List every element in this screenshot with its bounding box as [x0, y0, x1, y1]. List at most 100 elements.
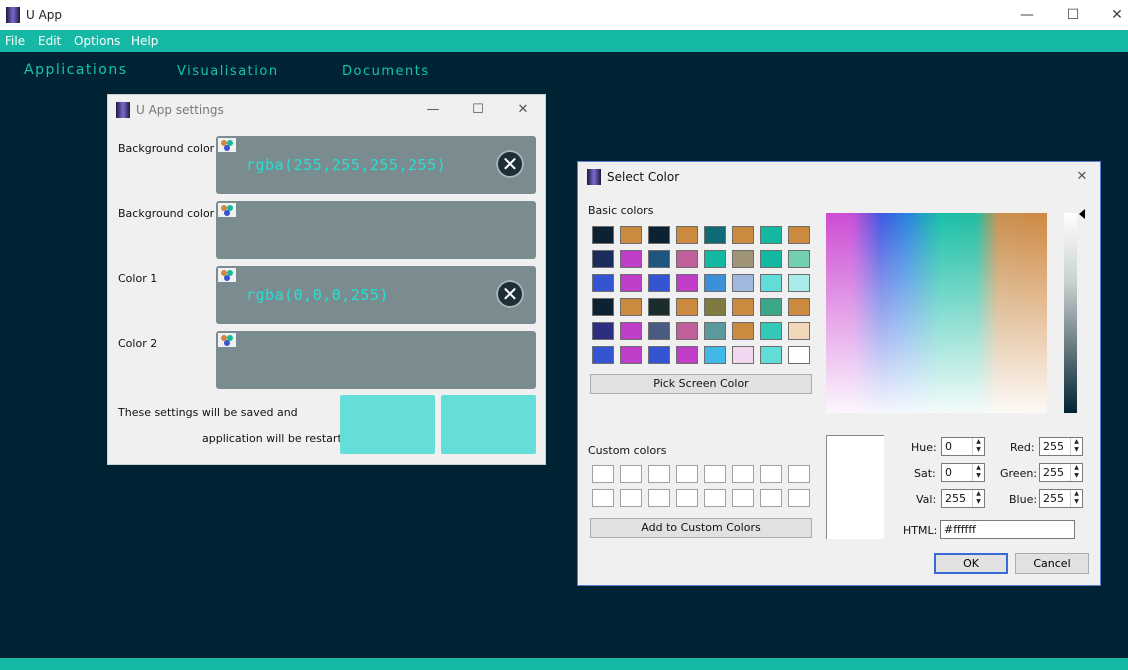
basic-color-swatch[interactable] — [648, 274, 670, 292]
tab-documents[interactable]: Documents — [342, 64, 430, 79]
cancel-button[interactable]: Cancel — [1015, 553, 1089, 574]
basic-color-swatch[interactable] — [704, 298, 726, 316]
palette-icon[interactable] — [218, 138, 236, 152]
basic-color-swatch[interactable] — [676, 226, 698, 244]
basic-color-swatch[interactable] — [648, 322, 670, 340]
red-spinbox[interactable]: 255 ▲ ▼ — [1039, 437, 1083, 456]
spin-arrows-icon[interactable]: ▲ ▼ — [972, 490, 984, 507]
save-button[interactable] — [340, 395, 435, 454]
basic-color-swatch[interactable] — [788, 250, 810, 268]
basic-color-swatch[interactable] — [732, 250, 754, 268]
spin-arrows-icon[interactable]: ▲ ▼ — [972, 438, 984, 455]
basic-color-swatch[interactable] — [592, 226, 614, 244]
menu-edit[interactable]: Edit — [38, 34, 61, 48]
custom-color-swatch[interactable] — [788, 465, 810, 483]
custom-color-swatch[interactable] — [676, 465, 698, 483]
settings-maximize-button[interactable]: ☐ — [455, 95, 501, 125]
custom-color-swatch[interactable] — [648, 465, 670, 483]
basic-color-swatch[interactable] — [732, 274, 754, 292]
basic-color-swatch[interactable] — [788, 298, 810, 316]
basic-color-swatch[interactable] — [676, 298, 698, 316]
basic-color-swatch[interactable] — [676, 322, 698, 340]
minimize-button[interactable]: — — [1004, 0, 1050, 30]
basic-color-swatch[interactable] — [760, 322, 782, 340]
basic-color-swatch[interactable] — [592, 250, 614, 268]
spin-arrows-icon[interactable]: ▲ ▼ — [972, 464, 984, 481]
add-custom-colors-button[interactable]: Add to Custom Colors — [590, 518, 812, 538]
palette-icon[interactable] — [218, 268, 236, 282]
custom-color-swatch[interactable] — [732, 465, 754, 483]
basic-color-swatch[interactable] — [704, 250, 726, 268]
clear-icon[interactable]: ✕ — [496, 150, 524, 178]
basic-color-swatch[interactable] — [592, 274, 614, 292]
basic-color-swatch[interactable] — [648, 250, 670, 268]
palette-icon[interactable] — [218, 203, 236, 217]
custom-color-swatch[interactable] — [760, 465, 782, 483]
green-spinbox[interactable]: 255 ▲ ▼ — [1039, 463, 1083, 482]
custom-color-swatch[interactable] — [732, 489, 754, 507]
basic-color-swatch[interactable] — [760, 346, 782, 364]
basic-color-swatch[interactable] — [788, 322, 810, 340]
basic-color-swatch[interactable] — [620, 274, 642, 292]
hue-spinbox[interactable]: 0 ▲ ▼ — [941, 437, 985, 456]
basic-color-swatch[interactable] — [788, 346, 810, 364]
basic-color-swatch[interactable] — [788, 226, 810, 244]
menu-options[interactable]: Options — [74, 34, 120, 48]
basic-color-swatch[interactable] — [620, 250, 642, 268]
basic-color-swatch[interactable] — [760, 250, 782, 268]
cancel-settings-button[interactable] — [441, 395, 536, 454]
basic-color-swatch[interactable] — [732, 226, 754, 244]
value-slider[interactable] — [1064, 213, 1077, 413]
html-color-input[interactable]: #ffffff — [940, 520, 1075, 539]
basic-color-swatch[interactable] — [760, 298, 782, 316]
dialog-close-button[interactable]: ✕ — [1062, 162, 1102, 192]
basic-color-swatch[interactable] — [704, 322, 726, 340]
ok-button[interactable]: OK — [934, 553, 1008, 574]
basic-color-swatch[interactable] — [592, 322, 614, 340]
basic-color-swatch[interactable] — [648, 298, 670, 316]
basic-color-swatch[interactable] — [620, 226, 642, 244]
spin-arrows-icon[interactable]: ▲ ▼ — [1070, 438, 1082, 455]
background-color-2-swatch[interactable] — [216, 201, 536, 259]
color-1-swatch[interactable]: rgba(0,0,0,255) ✕ — [216, 266, 536, 324]
pick-screen-color-button[interactable]: Pick Screen Color — [590, 374, 812, 394]
basic-color-swatch[interactable] — [760, 226, 782, 244]
custom-color-swatch[interactable] — [592, 489, 614, 507]
value-slider-arrow-icon[interactable] — [1079, 209, 1085, 219]
tab-applications[interactable]: Applications — [24, 62, 128, 78]
custom-color-swatch[interactable] — [788, 489, 810, 507]
basic-color-swatch[interactable] — [732, 346, 754, 364]
basic-color-swatch[interactable] — [704, 274, 726, 292]
menu-file[interactable]: File — [5, 34, 25, 48]
background-color-1-swatch[interactable]: rgba(255,255,255,255) ✕ — [216, 136, 536, 194]
custom-color-swatch[interactable] — [620, 465, 642, 483]
color-spectrum[interactable] — [826, 213, 1047, 413]
maximize-button[interactable]: ☐ — [1050, 0, 1096, 30]
settings-close-button[interactable]: ✕ — [500, 95, 546, 125]
basic-color-swatch[interactable] — [620, 322, 642, 340]
basic-color-swatch[interactable] — [732, 322, 754, 340]
basic-color-swatch[interactable] — [676, 250, 698, 268]
clear-icon[interactable]: ✕ — [496, 280, 524, 308]
basic-color-swatch[interactable] — [760, 274, 782, 292]
spin-arrows-icon[interactable]: ▲ ▼ — [1070, 464, 1082, 481]
custom-color-swatch[interactable] — [592, 465, 614, 483]
val-spinbox[interactable]: 255 ▲ ▼ — [941, 489, 985, 508]
menu-help[interactable]: Help — [131, 34, 158, 48]
blue-spinbox[interactable]: 255 ▲ ▼ — [1039, 489, 1083, 508]
custom-color-swatch[interactable] — [676, 489, 698, 507]
basic-color-swatch[interactable] — [704, 346, 726, 364]
basic-color-swatch[interactable] — [648, 226, 670, 244]
custom-color-swatch[interactable] — [704, 465, 726, 483]
basic-color-swatch[interactable] — [620, 346, 642, 364]
custom-color-swatch[interactable] — [648, 489, 670, 507]
basic-color-swatch[interactable] — [676, 346, 698, 364]
basic-color-swatch[interactable] — [732, 298, 754, 316]
custom-color-swatch[interactable] — [620, 489, 642, 507]
tab-visualisation[interactable]: Visualisation — [177, 64, 279, 79]
spin-arrows-icon[interactable]: ▲ ▼ — [1070, 490, 1082, 507]
basic-color-swatch[interactable] — [620, 298, 642, 316]
sat-spinbox[interactable]: 0 ▲ ▼ — [941, 463, 985, 482]
basic-color-swatch[interactable] — [648, 346, 670, 364]
close-button[interactable]: ✕ — [1094, 0, 1128, 30]
